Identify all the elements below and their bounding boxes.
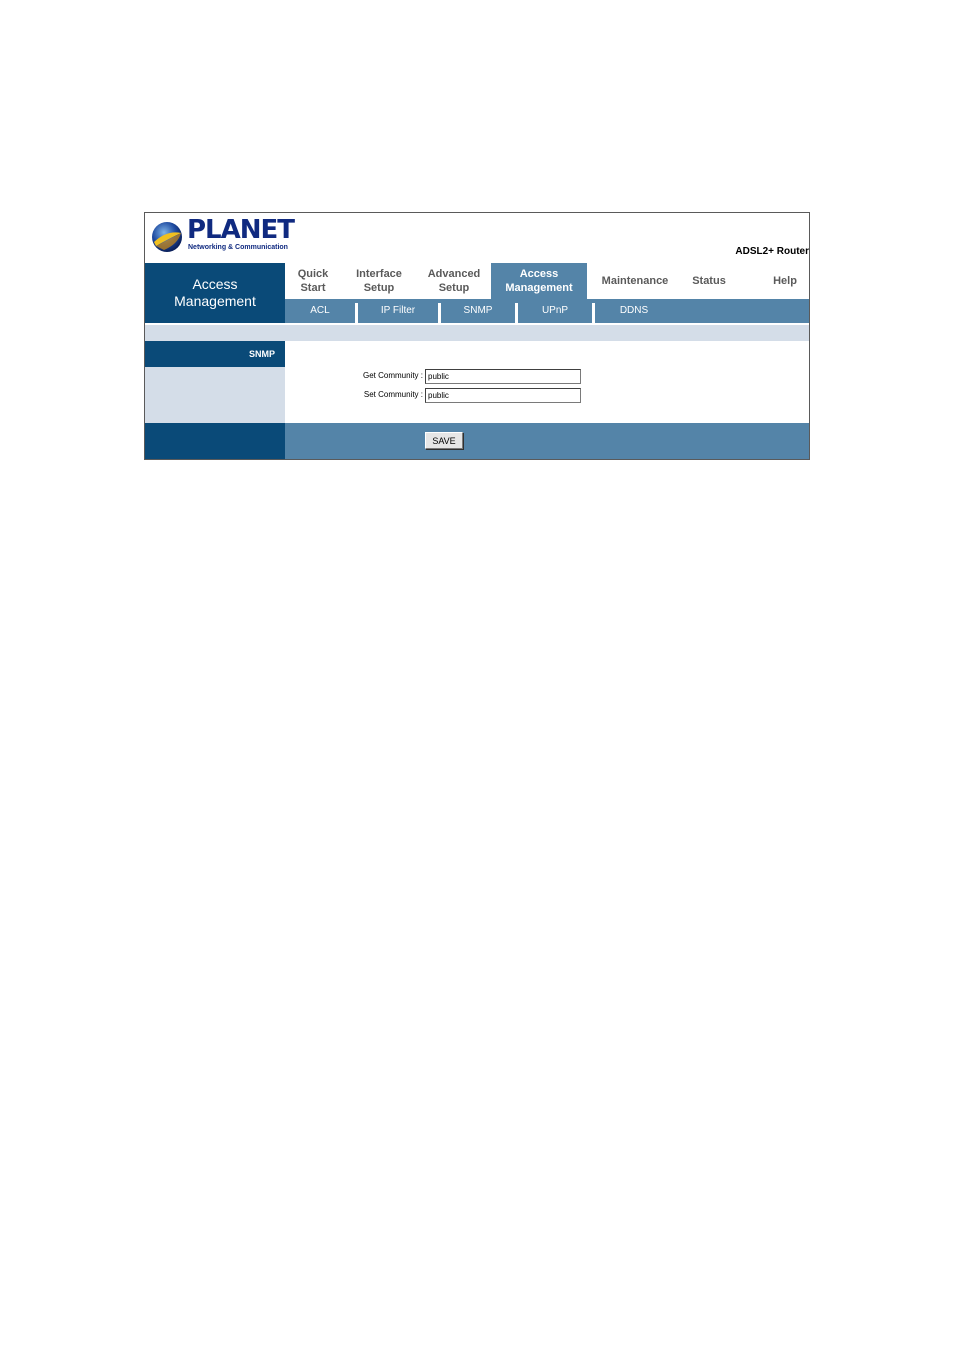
save-button[interactable]: SAVE: [425, 432, 463, 449]
subtab-upnp[interactable]: UPnP: [518, 299, 592, 323]
globe-icon: [152, 222, 182, 252]
subtab-acl[interactable]: ACL: [285, 299, 355, 323]
get-community-input[interactable]: [425, 369, 581, 384]
footer-bar: SAVE: [285, 423, 809, 459]
tab-label: Interface Setup: [356, 268, 402, 294]
tab-interface-setup[interactable]: Interface Setup: [341, 263, 417, 299]
subtab-ip-filter[interactable]: IP Filter: [358, 299, 438, 323]
tab-quick-start[interactable]: Quick Start: [285, 263, 341, 299]
tab-label: Quick Start: [297, 268, 329, 294]
tab-label: Access Management: [505, 268, 573, 294]
tab-label: Maintenance: [601, 275, 669, 287]
tab-label: Status: [692, 275, 726, 287]
subtab-ddns[interactable]: DDNS: [595, 299, 673, 323]
tab-help[interactable]: Help: [761, 263, 809, 299]
tab-label: Help: [773, 275, 797, 287]
product-name: ADSL2+ Router: [735, 246, 809, 257]
header: PLANET Networking & Communication ADSL2+…: [145, 213, 809, 263]
section-title: Access Management: [145, 263, 285, 323]
tab-status[interactable]: Status: [683, 263, 735, 299]
tab-access-management[interactable]: Access Management: [491, 263, 587, 299]
main-tabs: Quick Start Interface Setup Advanced Set…: [285, 263, 809, 299]
subtab-snmp[interactable]: SNMP: [441, 299, 515, 323]
router-web-ui: PLANET Networking & Communication ADSL2+…: [144, 212, 810, 460]
footer-left: [145, 423, 285, 459]
set-community-label: Set Community :: [363, 390, 423, 399]
brand-tagline: Networking & Communication: [188, 244, 288, 251]
tab-advanced-setup[interactable]: Advanced Setup: [417, 263, 491, 299]
set-community-input[interactable]: [425, 388, 581, 403]
top-navigation: Access Management Quick Start Interface …: [145, 263, 809, 323]
planet-logo: PLANET Networking & Communication: [150, 215, 295, 253]
tab-label: Advanced Setup: [427, 268, 481, 294]
set-community-row: Set Community :: [285, 388, 809, 404]
side-section-label: SNMP: [145, 341, 285, 367]
tab-maintenance[interactable]: Maintenance: [587, 263, 683, 299]
spacer-bar-fill: [145, 325, 809, 341]
get-community-row: Get Community :: [285, 369, 809, 385]
brand-name: PLANET: [187, 215, 295, 245]
side-panel: [145, 367, 285, 423]
sub-navigation: ACL IP Filter SNMP UPnP DDNS: [285, 299, 809, 323]
snmp-form: Get Community : Set Community :: [285, 341, 809, 423]
get-community-label: Get Community :: [362, 371, 423, 380]
section-title-text: Access Management: [174, 276, 256, 309]
spacer-bar: [145, 323, 809, 341]
